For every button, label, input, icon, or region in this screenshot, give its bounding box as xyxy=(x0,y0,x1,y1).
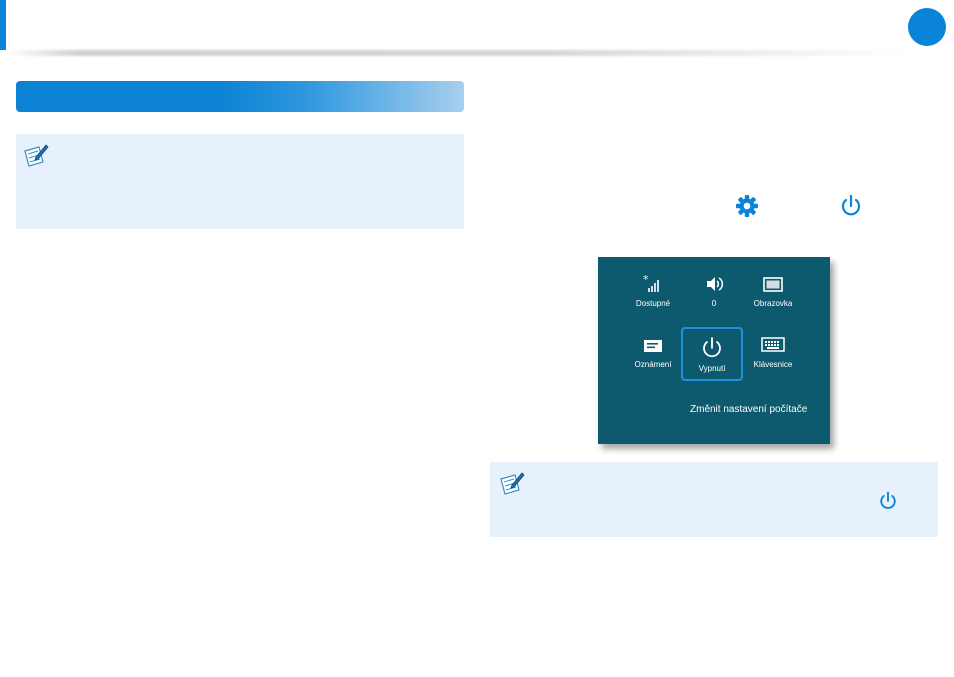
keyboard-icon xyxy=(761,337,785,352)
speaker-volume-icon xyxy=(707,277,724,291)
power-icon xyxy=(841,194,861,216)
tile-label-keyboard: Klávesnice xyxy=(753,360,793,369)
tile-label-network: Dostupné xyxy=(635,299,671,308)
section-heading-bar xyxy=(16,81,464,112)
header-divider xyxy=(8,50,908,56)
pencil-note-icon xyxy=(24,144,49,167)
pencil-note-icon xyxy=(500,472,525,495)
notifications-icon xyxy=(644,340,662,352)
tile-label-power: Vypnutí xyxy=(698,364,726,373)
tile-volume[interactable]: 0 xyxy=(681,273,747,323)
tile-label-notifications: Oznámení xyxy=(634,360,672,369)
chapter-badge xyxy=(908,8,946,46)
tile-network[interactable]: * Dostupné xyxy=(620,273,686,323)
header-accent-bar xyxy=(0,0,6,50)
power-icon xyxy=(880,491,896,509)
tile-screen[interactable]: Obrazovka xyxy=(740,273,806,323)
screen-brightness-icon xyxy=(763,277,783,292)
svg-text:*: * xyxy=(643,273,649,286)
tile-label-volume: 0 xyxy=(711,299,717,308)
tile-label-screen: Obrazovka xyxy=(753,299,793,308)
charms-settings-panel: * Dostupné 0 Obrazovka Oznámení Vypnutí … xyxy=(598,257,830,444)
network-signal-icon: * xyxy=(643,273,659,292)
note-box-right xyxy=(490,462,938,537)
gear-icon xyxy=(736,195,758,217)
tile-notifications[interactable]: Oznámení xyxy=(620,334,686,384)
change-pc-settings-link[interactable]: Změnit nastavení počítače xyxy=(690,404,807,415)
power-icon xyxy=(703,337,721,358)
tile-power[interactable]: Vypnutí xyxy=(681,327,743,381)
tile-keyboard[interactable]: Klávesnice xyxy=(740,334,806,384)
note-box-left xyxy=(16,134,464,229)
